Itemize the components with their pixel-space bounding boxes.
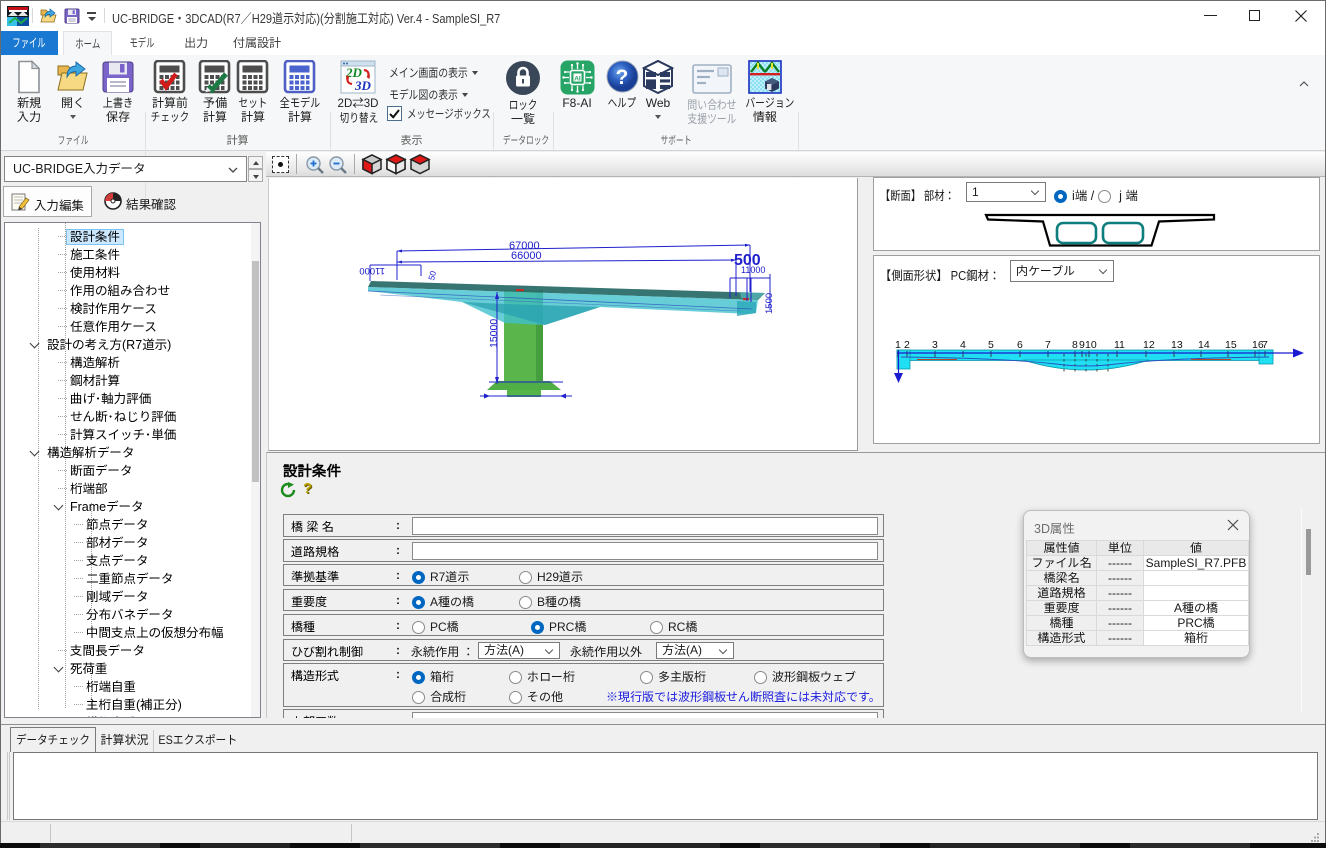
svg-text:12: 12 xyxy=(1143,339,1155,351)
svg-text:66000: 66000 xyxy=(511,250,542,262)
svg-text:10: 10 xyxy=(1085,339,1097,351)
svg-text:15000: 15000 xyxy=(488,319,500,348)
svg-text:11000: 11000 xyxy=(741,265,765,275)
svg-text:7: 7 xyxy=(1262,339,1268,351)
svg-text:8: 8 xyxy=(1072,339,1078,351)
svg-text:AI: AI xyxy=(574,75,581,82)
svg-text:3: 3 xyxy=(932,339,938,351)
svg-text:14: 14 xyxy=(1198,339,1210,351)
svg-text:3D: 3D xyxy=(354,78,372,93)
svg-text:7: 7 xyxy=(1045,339,1051,351)
svg-text:6: 6 xyxy=(1017,339,1023,351)
svg-text:15: 15 xyxy=(1225,339,1237,351)
svg-text:1: 1 xyxy=(895,339,901,351)
svg-text:4: 4 xyxy=(960,339,966,351)
svg-text:?: ? xyxy=(615,66,628,89)
svg-text:11000: 11000 xyxy=(359,265,385,276)
svg-text:2: 2 xyxy=(904,339,910,351)
svg-text:1500: 1500 xyxy=(764,293,775,314)
svg-text:5: 5 xyxy=(988,339,994,351)
svg-text:11: 11 xyxy=(1114,339,1125,351)
svg-text:13: 13 xyxy=(1171,339,1183,351)
svg-text:50: 50 xyxy=(426,269,438,281)
